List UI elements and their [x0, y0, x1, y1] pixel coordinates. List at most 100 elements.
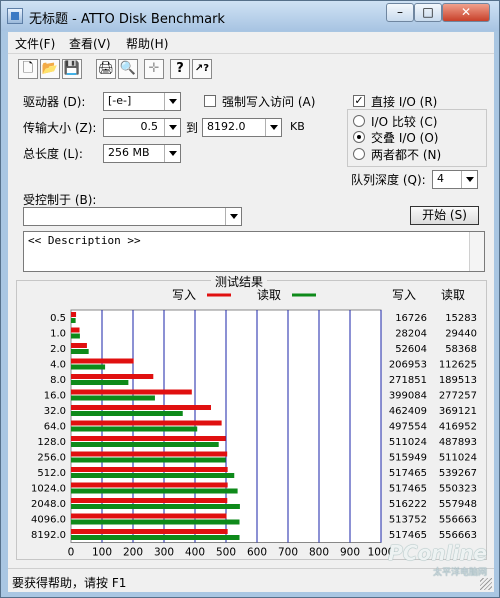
read-value: 29440 [445, 329, 477, 340]
results-chart: 写入 读取 写入 读取 0.5 16726 15283 1.0 28204 29440 2.0 526… [31, 288, 477, 559]
direct-io-checkbox[interactable]: ✓ [353, 95, 365, 107]
read-value: 277257 [439, 391, 477, 402]
row-label: 1.0 [50, 329, 66, 340]
drive-select[interactable]: [-e-] [103, 92, 181, 111]
x-tick-label: 300 [154, 547, 174, 559]
read-bar [71, 333, 80, 339]
read-bar [71, 349, 89, 354]
legend-read-label: 读取 [257, 288, 281, 302]
x-tick-label: 900 [340, 547, 360, 559]
row-label: 128.0 [37, 437, 66, 448]
chevron-down-icon[interactable] [164, 119, 180, 136]
read-bar [71, 411, 183, 416]
context-help-icon[interactable]: ↗? [192, 59, 212, 79]
write-bar [71, 420, 222, 426]
controlled-by-label: 受控制于 (B): [23, 193, 97, 207]
controlled-by-select[interactable] [23, 207, 242, 226]
read-bar [71, 395, 155, 401]
app-window: 无标题 - ATTO Disk Benchmark – □ ✕ 文件(F) 查看… [0, 0, 500, 598]
total-length-value: 256 MB [108, 146, 150, 159]
write-value: 517465 [389, 484, 427, 495]
queue-depth-select[interactable]: 4 [432, 170, 478, 189]
read-value: 557948 [439, 499, 477, 510]
direct-io-label: 直接 I/O (R) [371, 95, 438, 109]
new-icon[interactable]: 🗋 [18, 59, 38, 79]
io-compare-radio[interactable] [353, 115, 365, 127]
write-value: 515949 [389, 453, 427, 464]
read-bar [71, 519, 240, 525]
description-box[interactable]: << Description >> [23, 231, 485, 272]
write-bar [71, 467, 228, 472]
force-write-label: 强制写入访问 (A) [222, 95, 316, 109]
move-icon[interactable]: ✛ [144, 59, 164, 79]
neither-radio[interactable] [353, 148, 365, 160]
read-bar [71, 364, 106, 370]
write-value: 516222 [389, 499, 427, 510]
write-column-header: 写入 [392, 288, 416, 302]
write-bar [71, 436, 226, 441]
print-preview-icon[interactable]: 🔍 [118, 59, 138, 79]
chevron-down-icon[interactable] [164, 145, 180, 162]
title-bar[interactable]: 无标题 - ATTO Disk Benchmark – □ ✕ [1, 1, 499, 31]
description-text: << Description >> [28, 234, 141, 247]
write-value: 462409 [389, 406, 427, 417]
write-bar [71, 529, 228, 534]
chevron-down-icon[interactable] [265, 119, 281, 136]
transfer-to-select[interactable]: 8192.0 [202, 118, 282, 137]
force-write-checkbox[interactable] [204, 95, 216, 107]
x-tick-label: 0 [68, 547, 75, 559]
chevron-down-icon[interactable] [225, 208, 241, 225]
transfer-size-label: 传输大小 (Z): [23, 121, 97, 135]
start-button[interactable]: 开始 (S) [410, 206, 479, 225]
transfer-to-value: 8192.0 [207, 120, 246, 133]
read-bar [71, 504, 240, 509]
total-length-select[interactable]: 256 MB [103, 144, 181, 163]
read-bar [71, 457, 226, 463]
menu-view[interactable]: 查看(V) [69, 35, 111, 52]
row-label: 2.0 [50, 344, 66, 355]
chevron-down-icon[interactable] [461, 171, 477, 188]
transfer-from-select[interactable]: 0.5 [103, 118, 181, 137]
write-value: 206953 [389, 360, 427, 371]
menu-help[interactable]: 帮助(H) [126, 35, 168, 52]
app-icon[interactable] [7, 8, 23, 24]
overlapped-io-radio[interactable] [353, 131, 365, 143]
row-label: 8192.0 [31, 530, 66, 541]
read-value: 189513 [439, 375, 477, 386]
read-bar [71, 473, 235, 478]
chevron-down-icon[interactable] [164, 93, 180, 110]
write-value: 517465 [389, 468, 427, 479]
print-icon[interactable]: 🖨 [96, 59, 116, 79]
minimize-button[interactable]: – [386, 3, 414, 22]
close-button[interactable]: ✕ [442, 3, 490, 22]
write-bar [71, 327, 80, 333]
save-icon[interactable]: 💾 [62, 59, 82, 79]
transfer-from-value: 0.5 [140, 120, 159, 133]
overlapped-io-label: 交叠 I/O (O) [371, 131, 439, 145]
read-bar [71, 535, 240, 540]
read-bar [71, 488, 238, 494]
write-value: 399084 [389, 391, 427, 402]
window-title: 无标题 - ATTO Disk Benchmark [29, 12, 225, 27]
read-value: 550323 [439, 484, 477, 495]
drive-label: 驱动器 (D): [23, 95, 86, 109]
read-value: 556663 [439, 530, 477, 541]
row-label: 8.0 [50, 375, 66, 386]
description-scrollbar[interactable] [469, 232, 484, 271]
io-compare-label: I/O 比较 (C) [371, 115, 438, 129]
write-value: 511024 [389, 437, 427, 448]
row-label: 16.0 [44, 391, 66, 402]
open-folder-icon[interactable]: 📂 [40, 59, 60, 79]
read-value: 487893 [439, 437, 477, 448]
read-value: 511024 [439, 453, 477, 464]
read-bar [71, 380, 129, 385]
resize-grip[interactable] [480, 578, 492, 590]
pconline-watermark: PConline 太平洋电脑网 [388, 541, 487, 578]
row-label: 4.0 [50, 360, 66, 371]
queue-depth-value: 4 [437, 172, 444, 185]
menu-file[interactable]: 文件(F) [15, 35, 55, 52]
queue-depth-label: 队列深度 (Q): [351, 173, 426, 187]
maximize-button[interactable]: □ [414, 3, 442, 22]
help-icon[interactable]: ? [170, 59, 190, 79]
to-label: 到 [186, 121, 199, 135]
